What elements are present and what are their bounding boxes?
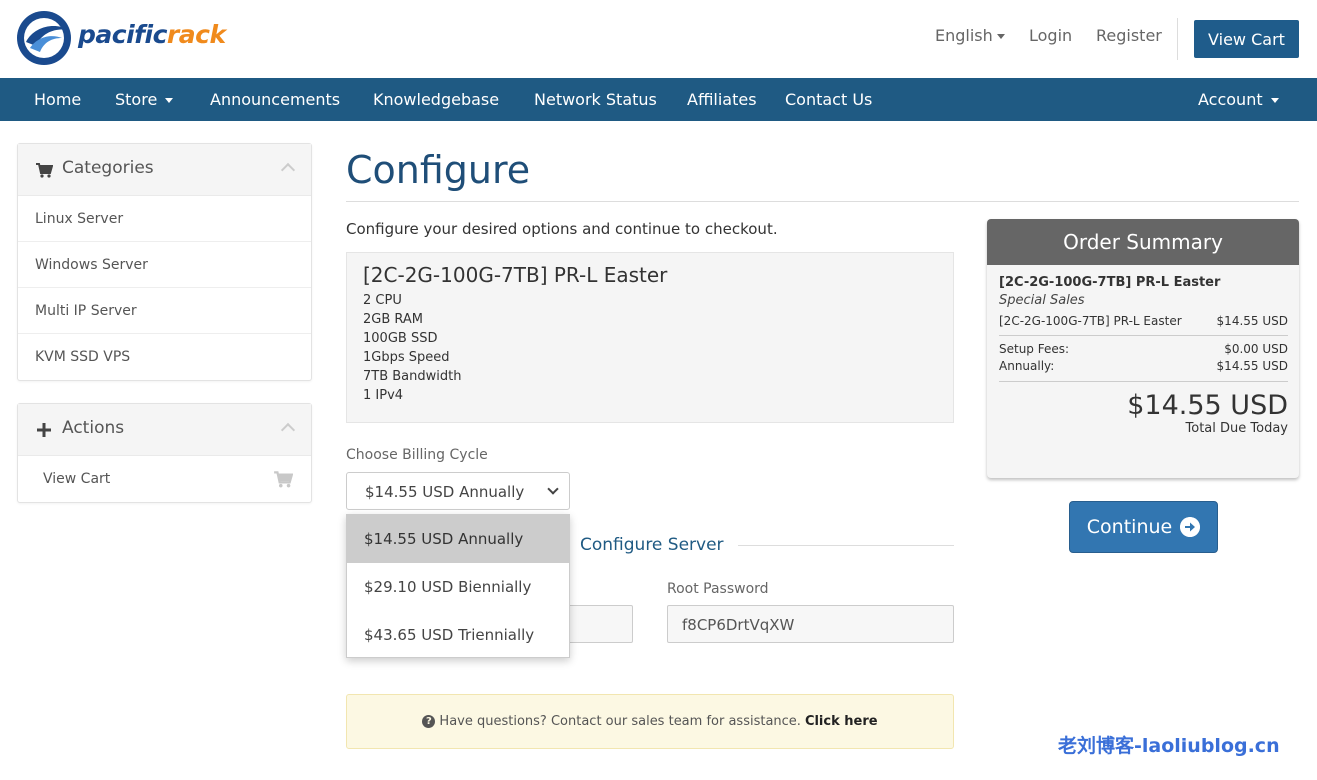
- category-multi-ip-server[interactable]: Multi IP Server: [18, 288, 311, 334]
- billing-cycle-dropdown: $14.55 USD Annually $29.10 USD Bienniall…: [346, 514, 570, 658]
- help-alert: ? Have questions? Contact our sales team…: [346, 694, 954, 749]
- summary-annually: Annually: $14.55 USD: [999, 359, 1288, 381]
- spec-speed: 1Gbps Speed: [363, 350, 450, 365]
- summary-divider: [999, 335, 1288, 336]
- plus-icon: [37, 423, 51, 437]
- caret-down-icon: [1270, 98, 1279, 103]
- nav-contact-us[interactable]: Contact Us: [785, 78, 872, 121]
- chevron-up-icon[interactable]: [280, 162, 296, 178]
- billing-cycle-select[interactable]: $14.55 USD Annually: [346, 472, 570, 510]
- summary-line-name: [2C-2G-100G-7TB] PR-L Easter: [999, 314, 1182, 328]
- actions-panel-header[interactable]: Actions: [18, 404, 311, 456]
- nav-store-label: Store: [115, 90, 158, 109]
- order-summary: Order Summary [2C-2G-100G-7TB] PR-L East…: [987, 219, 1299, 478]
- nav-home[interactable]: Home: [34, 78, 81, 121]
- top-header: pacificrack English Login Register View …: [0, 0, 1317, 78]
- order-summary-body: [2C-2G-100G-7TB] PR-L Easter Special Sal…: [999, 275, 1288, 436]
- nav-knowledgebase[interactable]: Knowledgebase: [373, 78, 499, 121]
- login-link[interactable]: Login: [1029, 26, 1072, 45]
- summary-setup-fees: Setup Fees: $0.00 USD: [999, 342, 1288, 356]
- continue-label: Continue: [1086, 516, 1173, 538]
- intro-text: Configure your desired options and conti…: [346, 220, 778, 238]
- billing-option-annually[interactable]: $14.55 USD Annually: [347, 515, 569, 563]
- action-view-cart[interactable]: View Cart: [18, 456, 311, 502]
- question-circle-icon: ?: [422, 715, 436, 728]
- nav-account[interactable]: Account: [1198, 78, 1279, 121]
- billing-cycle-value: $14.55 USD Annually: [365, 483, 525, 501]
- category-linux-server[interactable]: Linux Server: [18, 196, 311, 242]
- billing-cycle-label: Choose Billing Cycle: [346, 447, 488, 463]
- product-info-box: [2C-2G-100G-7TB] PR-L Easter 2 CPU 2GB R…: [346, 252, 954, 423]
- chevron-down-icon: [547, 483, 559, 495]
- order-summary-title: Order Summary: [987, 219, 1299, 265]
- actions-panel: Actions View Cart: [17, 403, 312, 503]
- spec-ipv4: 1 IPv4: [363, 388, 404, 403]
- spec-cpu: 2 CPU: [363, 293, 402, 308]
- caret-down-icon: [165, 98, 174, 103]
- setup-fees-label: Setup Fees:: [999, 342, 1070, 356]
- help-text: Have questions? Contact our sales team f…: [439, 714, 801, 729]
- categories-panel: Categories Linux Server Windows Server M…: [17, 143, 312, 381]
- shopping-cart-icon: [36, 163, 53, 178]
- root-password-label: Root Password: [667, 581, 769, 597]
- register-link[interactable]: Register: [1096, 26, 1162, 45]
- nav-store[interactable]: Store: [115, 78, 174, 121]
- caret-down-icon: [996, 34, 1005, 39]
- nav-network-status[interactable]: Network Status: [534, 78, 657, 121]
- root-password-input[interactable]: f8CP6DrtVqXW: [667, 605, 954, 643]
- watermark: 老刘博客-laoliublog.cn: [1058, 735, 1280, 757]
- category-kvm-ssd-vps[interactable]: KVM SSD VPS: [18, 334, 311, 380]
- summary-product-name: [2C-2G-100G-7TB] PR-L Easter: [999, 275, 1221, 290]
- summary-line-item: [2C-2G-100G-7TB] PR-L Easter $14.55 USD: [999, 314, 1288, 335]
- actions-title: Actions: [62, 418, 125, 438]
- total-amount: $14.55 USD: [1127, 390, 1288, 421]
- categories-title: Categories: [62, 158, 154, 178]
- total-due-label: Total Due Today: [1185, 421, 1288, 436]
- section-divider: [738, 545, 954, 546]
- product-name: [2C-2G-100G-7TB] PR-L Easter: [363, 263, 668, 287]
- continue-button[interactable]: Continue: [1069, 501, 1218, 553]
- summary-line-price: $14.55 USD: [1216, 314, 1288, 328]
- configure-server-heading: Configure Server: [580, 535, 724, 555]
- language-label: English: [935, 26, 993, 45]
- arrow-circle-right-icon: [1180, 517, 1201, 537]
- wave-logo-icon: [17, 11, 71, 65]
- chevron-up-icon[interactable]: [280, 422, 296, 438]
- language-dropdown[interactable]: English: [935, 26, 1005, 45]
- main-nav: Home Store Announcements Knowledgebase N…: [0, 78, 1317, 121]
- spec-ram: 2GB RAM: [363, 312, 424, 327]
- summary-divider: [999, 381, 1288, 382]
- nav-announcements[interactable]: Announcements: [210, 78, 340, 121]
- setup-fees-value: $0.00 USD: [1224, 342, 1288, 356]
- summary-product-group: Special Sales: [999, 293, 1085, 308]
- header-divider: [1177, 18, 1178, 60]
- billing-option-biennially[interactable]: $29.10 USD Biennially: [347, 563, 569, 611]
- category-windows-server[interactable]: Windows Server: [18, 242, 311, 288]
- nav-affiliates[interactable]: Affiliates: [687, 78, 757, 121]
- billing-option-triennially[interactable]: $43.65 USD Triennially: [347, 611, 569, 659]
- logo-text: pacificrack: [78, 20, 226, 49]
- annually-label: Annually:: [999, 359, 1055, 373]
- categories-panel-header[interactable]: Categories: [18, 144, 311, 196]
- page-title: Configure: [346, 148, 531, 192]
- title-divider: [346, 201, 1299, 202]
- action-view-cart-label: View Cart: [43, 471, 111, 487]
- nav-account-label: Account: [1198, 90, 1263, 109]
- view-cart-button[interactable]: View Cart: [1194, 20, 1299, 58]
- spec-disk: 100GB SSD: [363, 331, 438, 346]
- shopping-cart-icon: [274, 471, 293, 488]
- pacificrack-logo[interactable]: pacificrack: [16, 8, 228, 68]
- annually-value: $14.55 USD: [1216, 359, 1288, 373]
- product-specs: 2 CPU 2GB RAM 100GB SSD 1Gbps Speed 7TB …: [363, 291, 461, 405]
- spec-bandwidth: 7TB Bandwidth: [363, 369, 462, 384]
- help-click-here-link[interactable]: Click here: [805, 714, 878, 729]
